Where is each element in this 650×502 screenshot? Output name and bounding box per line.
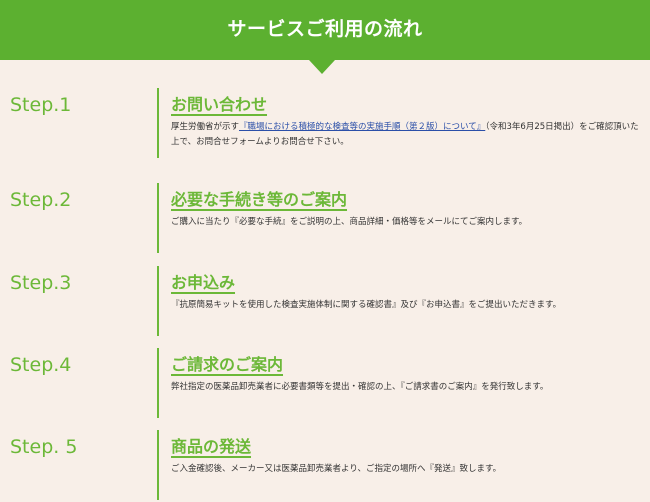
step-4-title-link[interactable]: ご請求のご案内	[171, 351, 283, 375]
step-2: Step.2 必要な手続き等のご案内 ご購入に当たり『必要な手続』をご説明の上、…	[0, 183, 650, 255]
step-3-title-link[interactable]: お申込み	[171, 269, 235, 293]
step-1-label: Step.1	[10, 94, 72, 116]
step-4-divider	[157, 348, 159, 418]
step-2-title-link[interactable]: 必要な手続き等のご案内	[171, 186, 347, 210]
step-3-divider	[157, 266, 159, 336]
step-1-description: 厚生労働省が示す『職場における積極的な検査等の実施手順（第２版）について』（令和…	[171, 120, 641, 150]
guideline-document-link[interactable]: 『職場における積極的な検査等の実施手順（第２版）について』	[239, 122, 485, 132]
step-4-label: Step.4	[10, 354, 72, 376]
step-5-description: ご入金確認後、メーカー又は医薬品卸売業者より、ご指定の場所へ『発送』致します。	[171, 464, 502, 474]
step-5: Step. 5 商品の発送 ご入金確認後、メーカー又は医薬品卸売業者より、ご指定…	[0, 430, 650, 502]
step-3: Step.3 お申込み 『抗原簡易キットを使用した検査実施体制に関する確認書』及…	[0, 266, 650, 338]
header-pointer-arrow	[309, 60, 335, 74]
step-4: Step.4 ご請求のご案内 弊社指定の医薬品卸売業者に必要書類等を提出・確認の…	[0, 348, 650, 420]
step-3-description: 『抗原簡易キットを使用した検査実施体制に関する確認書』及び『お申込書』をご提出い…	[171, 300, 562, 310]
step-5-title-link[interactable]: 商品の発送	[171, 433, 251, 457]
step-2-divider	[157, 183, 159, 253]
step-2-label: Step.2	[10, 189, 72, 211]
step-1-title-link[interactable]: お問い合わせ	[171, 91, 267, 115]
step-5-divider	[157, 430, 159, 500]
step-1-divider	[157, 88, 159, 158]
step-2-description: ご購入に当たり『必要な手続』をご説明の上、商品詳細・価格等をメールにてご案内しま…	[171, 217, 528, 227]
step-5-label: Step. 5	[10, 436, 78, 458]
step-3-label: Step.3	[10, 272, 72, 294]
section-header: サービスご利用の流れ	[0, 0, 650, 60]
step-1: Step.1 お問い合わせ 厚生労働省が示す『職場における積極的な検査等の実施手…	[0, 88, 650, 160]
step-4-description: 弊社指定の医薬品卸売業者に必要書類等を提出・確認の上、『ご請求書のご案内』を発行…	[171, 382, 549, 392]
step-1-desc-prefix: 厚生労働省が示す	[171, 122, 240, 132]
section-title: サービスご利用の流れ	[227, 18, 423, 40]
